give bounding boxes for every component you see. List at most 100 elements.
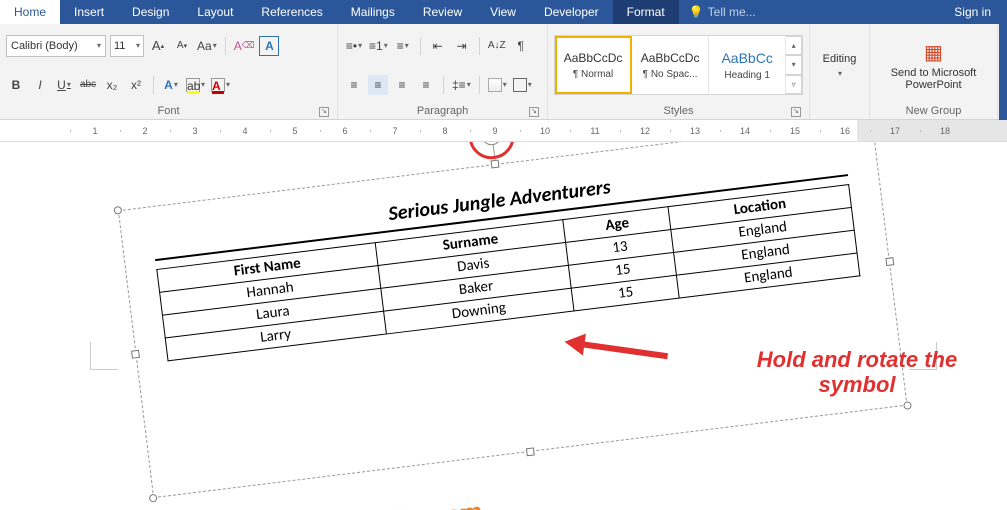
show-marks-button[interactable]: ¶ [511, 36, 531, 56]
ruler-tick: 4 [220, 126, 270, 136]
text-box-content: Serious Jungle Adventurers First Name Su… [119, 142, 891, 375]
tab-layout[interactable]: Layout [183, 0, 247, 24]
gallery-more-button[interactable]: ▿ [786, 75, 802, 94]
rotate-icon [484, 142, 500, 143]
increase-indent-button[interactable]: ⇥ [452, 36, 472, 56]
numbering-button[interactable]: ≡1▾ [368, 36, 389, 56]
bullets-button[interactable]: ≡•▾ [344, 36, 364, 56]
underline-button[interactable]: U▾ [54, 75, 74, 95]
ruler-tick: 3 [170, 126, 220, 136]
group-label-new: New Group [876, 104, 991, 119]
highlight-button[interactable]: ab▾ [185, 75, 206, 95]
tab-view[interactable]: View [476, 0, 530, 24]
ruler-tick: 11 [570, 126, 620, 136]
ruler-tick: 16 [820, 126, 870, 136]
group-paragraph: ≡•▾ ≡1▾ ≡▾ ⇤ ⇥ A↓Z ¶ ≡ ≡ ≡ ≡ ‡≡▾ ▾ ▾ [338, 24, 548, 119]
sign-in-button[interactable]: Sign in [938, 0, 1007, 24]
tab-insert[interactable]: Insert [60, 0, 118, 24]
tab-review[interactable]: Review [409, 0, 476, 24]
tab-mailings[interactable]: Mailings [337, 0, 409, 24]
watermark-text: Mechanicalengblog.com [214, 496, 484, 510]
resize-handle-br[interactable] [903, 401, 912, 410]
strikethrough-button[interactable]: abc [78, 75, 98, 95]
group-editing: Editing▾ [810, 24, 870, 119]
superscript-button[interactable]: x² [126, 75, 146, 95]
ruler-tick: 8 [420, 126, 470, 136]
styles-gallery[interactable]: AaBbCcDc ¶ Normal AaBbCcDc ¶ No Spac... … [554, 35, 803, 95]
shading-button[interactable]: ▾ [487, 75, 508, 95]
ruler-tick: 2 [120, 126, 170, 136]
align-left-button[interactable]: ≡ [344, 75, 364, 95]
ruler-tick: 15 [770, 126, 820, 136]
tell-me-search[interactable]: 💡 Tell me... [679, 0, 769, 24]
ruler-tick: 10 [520, 126, 570, 136]
text-effects-button[interactable]: A [259, 36, 279, 56]
tab-format[interactable]: Format [613, 0, 679, 24]
font-name-select[interactable]: Calibri (Body)▾ [6, 35, 106, 57]
ruler-tick: 13 [670, 126, 720, 136]
increase-font-button[interactable]: A▴ [148, 35, 168, 57]
tab-references[interactable]: References [247, 0, 336, 24]
editing-button[interactable]: Editing▾ [811, 29, 869, 101]
annotation-text: Hold and rotate the symbol [737, 347, 977, 398]
group-label-font: Font↘ [6, 104, 331, 119]
align-center-button[interactable]: ≡ [368, 75, 388, 95]
ruler-tick: 9 [470, 126, 520, 136]
subscript-button[interactable]: x₂ [102, 75, 122, 95]
ribbon-tabs: Home Insert Design Layout References Mai… [0, 0, 1007, 24]
resize-handle-ml[interactable] [131, 350, 140, 359]
group-label-paragraph: Paragraph↘ [344, 104, 541, 119]
resize-handle-bl[interactable] [149, 494, 158, 503]
decrease-indent-button[interactable]: ⇤ [428, 36, 448, 56]
tab-home[interactable]: Home [0, 0, 60, 24]
tab-design[interactable]: Design [118, 0, 183, 24]
change-case-button[interactable]: Aa▾ [196, 36, 218, 56]
italic-button[interactable]: I [30, 75, 50, 95]
tab-developer[interactable]: Developer [530, 0, 613, 24]
horizontal-ruler[interactable]: 123456789101112131415161718 [0, 120, 1007, 142]
paragraph-dialog-launcher[interactable]: ↘ [529, 107, 539, 117]
document-canvas[interactable]: Serious Jungle Adventurers First Name Su… [0, 142, 1007, 510]
justify-button[interactable]: ≡ [416, 75, 436, 95]
ruler-tick: 1 [70, 126, 120, 136]
font-size-select[interactable]: 11▾ [110, 35, 144, 57]
resize-handle-mb[interactable] [526, 447, 535, 456]
group-label-editing [816, 104, 863, 119]
ruler-tick: 12 [620, 126, 670, 136]
powerpoint-icon: ▦ [924, 40, 943, 65]
styles-dialog-launcher[interactable]: ↘ [791, 107, 801, 117]
style-heading-1[interactable]: AaBbCc Heading 1 [709, 36, 786, 94]
multilevel-button[interactable]: ≡▾ [393, 36, 413, 56]
style-no-spacing[interactable]: AaBbCcDc ¶ No Spac... [632, 36, 709, 94]
sort-button[interactable]: A↓Z [487, 36, 507, 56]
clear-formatting-button[interactable]: A⌫ [233, 36, 256, 56]
ruler-tick: 5 [270, 126, 320, 136]
group-styles: AaBbCcDc ¶ Normal AaBbCcDc ¶ No Spac... … [548, 24, 810, 119]
resize-handle-mr[interactable] [885, 257, 894, 266]
bold-button[interactable]: B [6, 75, 26, 95]
lightbulb-icon: 💡 [689, 5, 704, 19]
margin-mark-left [90, 342, 118, 370]
ruler-tick: 17 [870, 126, 920, 136]
text-box-object[interactable]: Serious Jungle Adventurers First Name Su… [118, 142, 908, 498]
group-new: ▦ Send to Microsoft PowerPoint New Group [870, 24, 998, 119]
align-right-button[interactable]: ≡ [392, 75, 412, 95]
font-dialog-launcher[interactable]: ↘ [319, 107, 329, 117]
line-spacing-button[interactable]: ‡≡▾ [451, 75, 472, 95]
gallery-up-button[interactable]: ▴ [786, 36, 802, 55]
borders-button[interactable]: ▾ [512, 75, 533, 95]
ruler-tick: 7 [370, 126, 420, 136]
group-font: Calibri (Body)▾ 11▾ A▴ A▾ Aa▾ A⌫ A B I U… [0, 24, 338, 119]
ruler-tick: 6 [320, 126, 370, 136]
text-effects-dropdown[interactable]: A▾ [161, 75, 181, 95]
rotate-handle[interactable] [480, 142, 502, 146]
ruler-tick: 18 [920, 126, 970, 136]
send-to-powerpoint-button[interactable]: ▦ Send to Microsoft PowerPoint [874, 29, 994, 101]
style-normal[interactable]: AaBbCcDc ¶ Normal [555, 36, 632, 94]
font-color-button[interactable]: A▾ [210, 75, 231, 95]
ribbon: Calibri (Body)▾ 11▾ A▴ A▾ Aa▾ A⌫ A B I U… [0, 24, 1007, 120]
group-label-styles: Styles↘ [554, 104, 803, 119]
ruler-tick: 14 [720, 126, 770, 136]
gallery-down-button[interactable]: ▾ [786, 55, 802, 74]
decrease-font-button[interactable]: A▾ [172, 35, 192, 57]
